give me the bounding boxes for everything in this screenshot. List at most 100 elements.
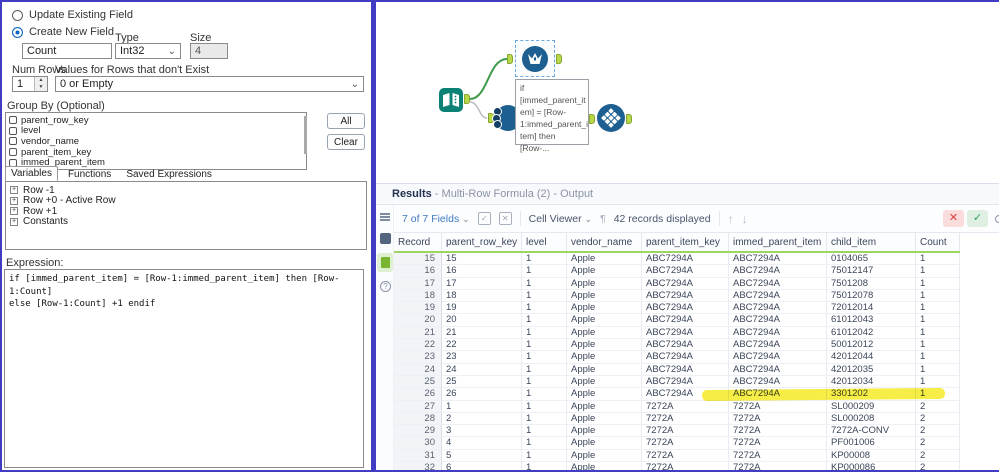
cell[interactable]: 75012078	[827, 290, 916, 302]
cell[interactable]: 1	[522, 302, 567, 314]
cell[interactable]: 2	[916, 462, 960, 470]
select-fields-icon[interactable]: ✓	[478, 212, 491, 225]
input-data-tool[interactable]	[439, 88, 463, 112]
table-row[interactable]: 19191AppleABC7294AABC7294A720120141	[394, 302, 960, 314]
cell[interactable]: 1	[522, 462, 567, 470]
column-header-immed_parent_item[interactable]: immed_parent_item	[729, 233, 827, 251]
cell[interactable]: 16	[394, 265, 442, 277]
cell[interactable]: 42012035	[827, 364, 916, 376]
cell[interactable]: KP000086	[827, 462, 916, 470]
cell[interactable]: ABC7294A	[729, 327, 827, 339]
column-header-count[interactable]: Count	[916, 233, 960, 251]
cell[interactable]: SL000209	[827, 401, 916, 413]
expression-editor[interactable]: if [immed_parent_item] = [Row-1:immed_pa…	[4, 269, 364, 468]
cell[interactable]: ABC7294A	[642, 265, 729, 277]
cell[interactable]: 0104065	[827, 253, 916, 265]
cell[interactable]: 17	[442, 278, 522, 290]
table-row[interactable]: 24241AppleABC7294AABC7294A420120351	[394, 364, 960, 376]
cell[interactable]: 4	[442, 437, 522, 449]
cell[interactable]: ABC7294A	[642, 339, 729, 351]
cell[interactable]: ABC7294A	[729, 302, 827, 314]
cell[interactable]: Apple	[567, 253, 642, 265]
cell[interactable]: 22	[394, 339, 442, 351]
update-existing-field-radio[interactable]	[12, 10, 23, 21]
cell[interactable]: 7272A-CONV	[827, 425, 916, 437]
cell[interactable]: 50012012	[827, 339, 916, 351]
fields-dropdown[interactable]: 7 of 7 Fields ⌄	[402, 213, 470, 225]
cell[interactable]: Apple	[567, 314, 642, 326]
values-for-rows-dropdown[interactable]: 0 or Empty⌄	[55, 76, 364, 92]
cell[interactable]: 29	[394, 425, 442, 437]
cell[interactable]: Apple	[567, 413, 642, 425]
cell[interactable]: 3	[442, 425, 522, 437]
all-button[interactable]: All	[327, 113, 365, 129]
cell[interactable]: 18	[442, 290, 522, 302]
clear-button[interactable]: Clear	[327, 134, 365, 150]
table-row[interactable]: 20201AppleABC7294AABC7294A610120431	[394, 314, 960, 326]
cell[interactable]: 1	[916, 314, 960, 326]
cell[interactable]: 1	[522, 413, 567, 425]
cell[interactable]: 23	[394, 351, 442, 363]
cell[interactable]: Apple	[567, 425, 642, 437]
cell[interactable]: 20	[394, 314, 442, 326]
cell[interactable]: Apple	[567, 450, 642, 462]
cell[interactable]: 30	[394, 437, 442, 449]
cell[interactable]: 26	[442, 388, 522, 400]
column-header-level[interactable]: level	[522, 233, 567, 251]
cell[interactable]: ABC7294A	[642, 351, 729, 363]
cell[interactable]: 1	[916, 376, 960, 388]
group-by-scrollbar[interactable]	[304, 116, 307, 154]
new-field-name-input[interactable]: Count	[22, 43, 112, 59]
table-row[interactable]: 2931Apple7272A7272A7272A-CONV2	[394, 425, 960, 437]
cell[interactable]: 1	[916, 302, 960, 314]
cell[interactable]: 1	[916, 364, 960, 376]
cell[interactable]: 1	[916, 327, 960, 339]
cell[interactable]: 21	[394, 327, 442, 339]
cell[interactable]: ABC7294A	[642, 327, 729, 339]
tab-saved-expressions[interactable]: Saved Expressions	[121, 168, 217, 181]
cell[interactable]: 7501208	[827, 278, 916, 290]
cell[interactable]: 1	[522, 339, 567, 351]
tree-item[interactable]: +Row +1	[10, 206, 362, 217]
cell[interactable]: 7272A	[642, 401, 729, 413]
create-new-field-radio[interactable]	[12, 27, 23, 38]
cell[interactable]: 75012147	[827, 265, 916, 277]
cell[interactable]: Apple	[567, 364, 642, 376]
cell[interactable]: ABC7294A	[729, 253, 827, 265]
cell[interactable]: 1	[522, 388, 567, 400]
help-icon[interactable]: ?	[380, 281, 391, 292]
cell[interactable]: Apple	[567, 401, 642, 413]
cell[interactable]: 1	[522, 450, 567, 462]
cell[interactable]: 31	[394, 450, 442, 462]
cell[interactable]: SL000208	[827, 413, 916, 425]
checkbox-icon[interactable]	[9, 137, 17, 145]
cell[interactable]: Apple	[567, 290, 642, 302]
cell[interactable]: 1	[442, 401, 522, 413]
cell[interactable]: 61012043	[827, 314, 916, 326]
table-row[interactable]: 22221AppleABC7294AABC7294A500120121	[394, 339, 960, 351]
cell[interactable]: KP00008	[827, 450, 916, 462]
cell[interactable]: 7272A	[642, 450, 729, 462]
column-header-parent_item_key[interactable]: parent_item_key	[642, 233, 729, 251]
column-header-parent_row_key[interactable]: parent_row_key	[442, 233, 522, 251]
wire-input-to-multirow[interactable]	[470, 59, 507, 99]
cell[interactable]: 7272A	[729, 437, 827, 449]
cell[interactable]: 1	[522, 290, 567, 302]
column-header-record[interactable]: Record	[394, 233, 442, 251]
multi-row-formula-tool[interactable]	[522, 46, 548, 72]
table-row[interactable]: 3041Apple7272A7272APF0010062	[394, 437, 960, 449]
cell[interactable]: 2	[916, 450, 960, 462]
cell[interactable]: 1	[522, 401, 567, 413]
table-row[interactable]: 25251AppleABC7294AABC7294A420120341	[394, 376, 960, 388]
cell[interactable]: 23	[442, 351, 522, 363]
checkbox-icon[interactable]	[9, 148, 17, 156]
cell[interactable]: ABC7294A	[729, 265, 827, 277]
search-icon[interactable]	[995, 215, 999, 223]
cell[interactable]: Apple	[567, 265, 642, 277]
wire-input-to-formula[interactable]	[470, 102, 487, 118]
cell[interactable]: ABC7294A	[729, 376, 827, 388]
table-row[interactable]: 17171AppleABC7294AABC7294A75012081	[394, 278, 960, 290]
cell[interactable]: 7272A	[642, 413, 729, 425]
group-by-item[interactable]: parent_row_key	[9, 115, 303, 126]
cell[interactable]: 1	[522, 351, 567, 363]
